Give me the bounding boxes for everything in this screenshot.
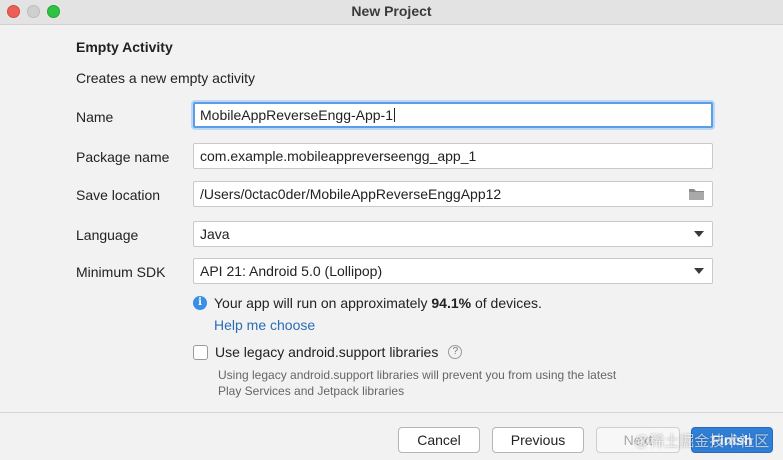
folder-icon[interactable]	[688, 187, 706, 201]
coverage-percent: 94.1%	[431, 295, 472, 311]
package-name-value: com.example.mobileappreverseengg_app_1	[200, 148, 477, 164]
language-label: Language	[76, 227, 139, 243]
chevron-down-icon	[694, 268, 704, 274]
finish-button[interactable]: Finish	[691, 427, 773, 453]
template-heading: Empty Activity	[76, 39, 173, 55]
minimum-sdk-label: Minimum SDK	[76, 264, 166, 280]
language-dropdown[interactable]: Java	[193, 221, 713, 247]
info-suffix: of devices.	[471, 295, 542, 311]
save-location-field[interactable]: /Users/0ctac0der/MobileAppReverseEnggApp…	[193, 181, 713, 207]
save-location-label: Save location	[76, 187, 161, 203]
title-bar: New Project	[0, 0, 783, 25]
minimum-sdk-selected: API 21: Android 5.0 (Lollipop)	[200, 263, 383, 279]
name-field-value: MobileAppReverseEngg-App-1	[200, 107, 393, 123]
dialog-content: Empty Activity Creates a new empty activ…	[0, 25, 783, 412]
help-me-choose-link[interactable]: Help me choose	[214, 317, 315, 333]
legacy-libraries-checkbox[interactable]	[193, 344, 208, 360]
cancel-button[interactable]: Cancel	[398, 427, 480, 453]
name-label: Name	[76, 109, 114, 125]
legacy-libraries-note: Using legacy android.support libraries w…	[218, 368, 617, 398]
package-name-field[interactable]: com.example.mobileappreverseengg_app_1	[193, 143, 713, 169]
save-location-value: /Users/0ctac0der/MobileAppReverseEnggApp…	[200, 186, 502, 202]
previous-button[interactable]: Previous	[492, 427, 584, 453]
template-description: Creates a new empty activity	[76, 70, 255, 86]
legacy-libraries-option[interactable]: Use legacy android.support libraries ?	[193, 344, 463, 360]
window-title: New Project	[351, 3, 432, 19]
help-icon[interactable]: ?	[448, 345, 463, 359]
language-selected: Java	[200, 226, 230, 242]
package-name-label: Package name	[76, 149, 170, 165]
minimum-sdk-dropdown[interactable]: API 21: Android 5.0 (Lollipop)	[193, 258, 713, 284]
text-caret	[394, 108, 395, 122]
device-coverage-info: i Your app will run on approximately 94.…	[193, 295, 542, 311]
dialog-footer: Cancel Previous Next Finish	[0, 412, 783, 460]
chevron-down-icon	[694, 231, 704, 237]
name-field[interactable]: MobileAppReverseEngg-App-1	[193, 102, 713, 128]
info-icon: i	[193, 296, 207, 310]
legacy-libraries-label[interactable]: Use legacy android.support libraries	[215, 344, 438, 360]
info-prefix: Your app will run on approximately	[214, 295, 432, 311]
next-button[interactable]: Next	[596, 427, 680, 453]
